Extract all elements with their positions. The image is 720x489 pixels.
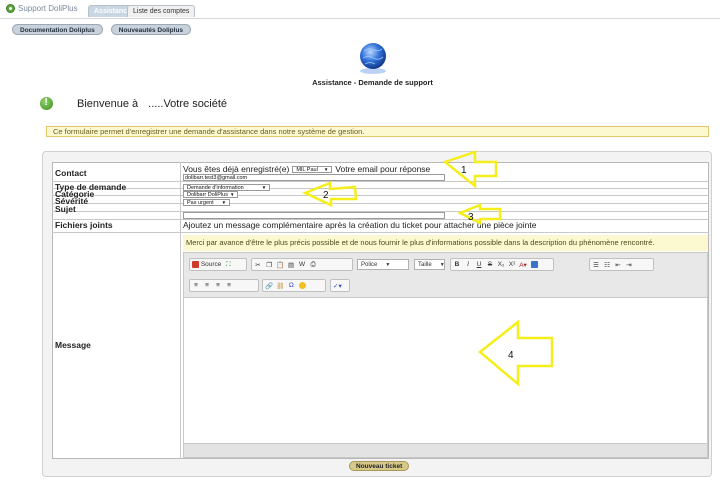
arrow-1-shape	[442, 150, 498, 189]
annotation-label-4: 4	[508, 350, 514, 361]
arrow-2-shape	[301, 181, 358, 207]
arrow-4-shape	[478, 319, 554, 387]
arrow-3-shape	[456, 203, 502, 226]
annotation-label-1: 1	[461, 165, 467, 176]
annotation-label-2: 2	[323, 190, 329, 201]
annotation-overlay	[301, 150, 554, 387]
annotation-label-3: 3	[468, 212, 474, 223]
